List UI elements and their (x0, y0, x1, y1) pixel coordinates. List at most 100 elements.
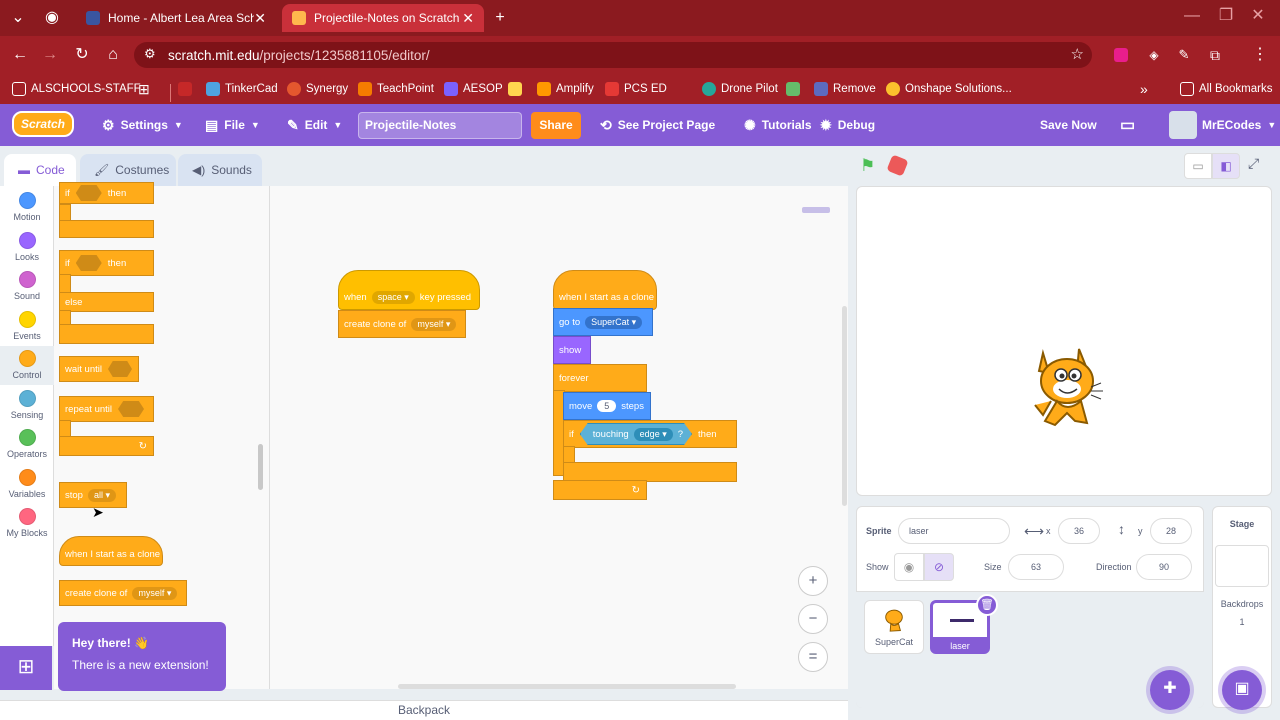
close-window-icon[interactable]: ✕ (1246, 4, 1270, 28)
category-control[interactable]: Control (0, 346, 54, 385)
bookmark-chart[interactable] (786, 78, 805, 100)
zoom-in-button[interactable]: + (798, 566, 828, 596)
extension-icon[interactable] (1114, 48, 1128, 62)
bookmark-blank[interactable] (508, 78, 527, 100)
avatar[interactable] (1169, 111, 1197, 139)
share-button[interactable]: Share (531, 112, 581, 139)
category-sensing[interactable]: Sensing (0, 386, 54, 425)
new-extension-toast[interactable]: Hey there! 👋 There is a new extension! (58, 622, 226, 691)
palette-clone-hat-block[interactable]: when I start as a clone (59, 536, 163, 566)
touching-dropdown[interactable]: edge ▾ (634, 428, 673, 441)
script-workspace[interactable]: when space ▾ key pressed create clone of my… (270, 186, 848, 689)
tab-projectile-notes[interactable]: Projectile-Notes on Scratch ✕ (282, 4, 484, 32)
url-field[interactable]: ⚙ scratch.mit.edu/projects/1235881105/ed… (134, 42, 1092, 68)
project-title-input[interactable]: Projectile-Notes (358, 112, 522, 139)
stop-dropdown[interactable]: all ▾ (87, 488, 117, 502)
category-operators[interactable]: Operators (0, 425, 54, 464)
site-info-icon[interactable]: ⚙ (144, 46, 156, 62)
extensions-puzzle-icon[interactable]: ⧉ (1203, 43, 1227, 67)
tutorials-button[interactable]: ✺ Tutorials (744, 104, 812, 146)
move-steps-block[interactable]: move 5 steps (563, 392, 651, 420)
my-stuff-folder-icon[interactable]: ▭ (1120, 104, 1135, 146)
choose-sprite-button[interactable]: ✚ (1150, 670, 1190, 710)
new-tab-button[interactable]: + (488, 6, 512, 30)
workspace-vertical-scrollbar[interactable] (842, 306, 847, 506)
zoom-out-button[interactable]: − (798, 604, 828, 634)
record-icon[interactable]: ◉ (40, 6, 64, 30)
bookmark-aesop[interactable]: AESOP (444, 78, 503, 100)
category-looks[interactable]: Looks (0, 228, 54, 267)
category-motion[interactable]: Motion (0, 188, 54, 227)
green-flag-icon[interactable]: ⚑ (860, 156, 875, 176)
show-visible-button[interactable]: ◉ (894, 553, 924, 581)
category-events[interactable]: Events (0, 307, 54, 346)
size-input[interactable]: 63 (1008, 554, 1064, 580)
forward-icon[interactable]: → (38, 43, 62, 67)
bookmark-pcs-ed[interactable]: PCS ED (605, 78, 667, 100)
show-block[interactable]: show (553, 336, 591, 364)
apps-grid-icon[interactable]: ⊞ (138, 78, 150, 100)
close-tab-icon[interactable]: ✕ (462, 10, 474, 27)
chrome-menu-icon[interactable]: ⋮ (1248, 43, 1272, 67)
edit-menu[interactable]: ✎ Edit ▼ (287, 104, 342, 146)
add-extension-button[interactable]: ⊞ (0, 646, 52, 690)
clone-dropdown[interactable]: myself ▾ (132, 586, 178, 600)
bookmark-onshape[interactable]: Onshape Solutions... (886, 78, 1012, 100)
extension-cube-icon[interactable]: ◈ (1142, 43, 1166, 67)
fullscreen-icon[interactable]: ⤢ (1248, 155, 1259, 172)
maximize-icon[interactable]: ❐ (1214, 4, 1238, 28)
tab-home-albert-lea[interactable]: Home - Albert Lea Area Schools ✕ (76, 4, 276, 32)
zoom-reset-button[interactable]: = (798, 642, 828, 672)
tab-search-icon[interactable]: ⌄ (6, 6, 30, 30)
backpack-bar[interactable]: Backpack (0, 700, 848, 720)
bookmark-remove[interactable]: Remove (814, 78, 876, 100)
debug-button[interactable]: ✹ Debug (820, 104, 875, 146)
category-sound[interactable]: Sound (0, 267, 54, 306)
bookmark-drone-pilot[interactable]: Drone Pilot (702, 78, 778, 100)
see-project-page-button[interactable]: ⟲ See Project Page (600, 104, 715, 146)
stage-canvas[interactable] (856, 186, 1272, 496)
back-icon[interactable]: ← (8, 43, 32, 67)
large-stage-button[interactable]: ◧ (1212, 153, 1240, 179)
palette-create-clone-block[interactable]: create clone of myself ▾ (59, 580, 187, 606)
when-start-as-clone-block[interactable]: when I start as a clone (553, 270, 657, 310)
sprite-thumb-supercat[interactable]: SuperCat (864, 600, 924, 654)
palette-scrollbar[interactable] (258, 444, 263, 490)
steps-input[interactable]: 5 (597, 400, 617, 412)
forever-block[interactable]: forever (553, 364, 647, 392)
category-variables[interactable]: Variables (0, 465, 54, 504)
go-to-block[interactable]: go to SuperCat ▾ (553, 308, 653, 336)
palette-wait-until-block[interactable]: wait until (59, 356, 139, 382)
file-menu[interactable]: ▤ File ▼ (205, 104, 260, 146)
pen-extension-icon[interactable]: ✎ (1172, 43, 1196, 67)
x-input[interactable]: 36 (1058, 518, 1100, 544)
minimize-icon[interactable]: — (1180, 4, 1204, 28)
bookmark-teachpoint[interactable]: TeachPoint (358, 78, 434, 100)
small-stage-button[interactable]: ▭ (1184, 153, 1212, 179)
bookmark-star-icon[interactable]: ☆ (1071, 45, 1084, 63)
palette-if-else-block[interactable]: if then (59, 250, 154, 276)
y-input[interactable]: 28 (1150, 518, 1192, 544)
tab-sounds[interactable]: ◀) Sounds (178, 154, 262, 186)
clone-dropdown[interactable]: myself ▾ (411, 317, 457, 331)
bookmark-amplify[interactable]: Amplify (537, 78, 594, 100)
if-then-block[interactable]: if touching edge ▾? then (563, 420, 737, 448)
workspace-horizontal-scrollbar[interactable] (398, 684, 736, 689)
palette-if-then-block[interactable]: if then (59, 182, 154, 204)
when-key-pressed-block[interactable]: when space ▾ key pressed (338, 270, 480, 310)
close-tab-icon[interactable]: ✕ (254, 10, 266, 27)
create-clone-block[interactable]: create clone of myself ▾ (338, 310, 466, 338)
bookmark-chevron[interactable] (178, 78, 197, 100)
touching-block[interactable]: touching edge ▾? (580, 423, 692, 445)
more-bookmarks-icon[interactable]: » (1140, 78, 1148, 100)
settings-menu[interactable]: ⚙ Settings ▼ (102, 104, 183, 146)
scratch-logo[interactable]: Scratch (12, 111, 74, 137)
show-hidden-button[interactable]: ⊘ (924, 553, 954, 581)
bookmark-synergy[interactable]: Synergy (287, 78, 348, 100)
delete-sprite-button[interactable]: 🗑 (976, 594, 998, 616)
home-icon[interactable]: ⌂ (101, 43, 125, 67)
bookmark-tinkercad[interactable]: TinkerCad (206, 78, 278, 100)
save-now-button[interactable]: Save Now (1040, 104, 1097, 146)
category-my-blocks[interactable]: My Blocks (0, 504, 54, 543)
account-menu[interactable]: MrECodes ▼ (1202, 104, 1276, 146)
